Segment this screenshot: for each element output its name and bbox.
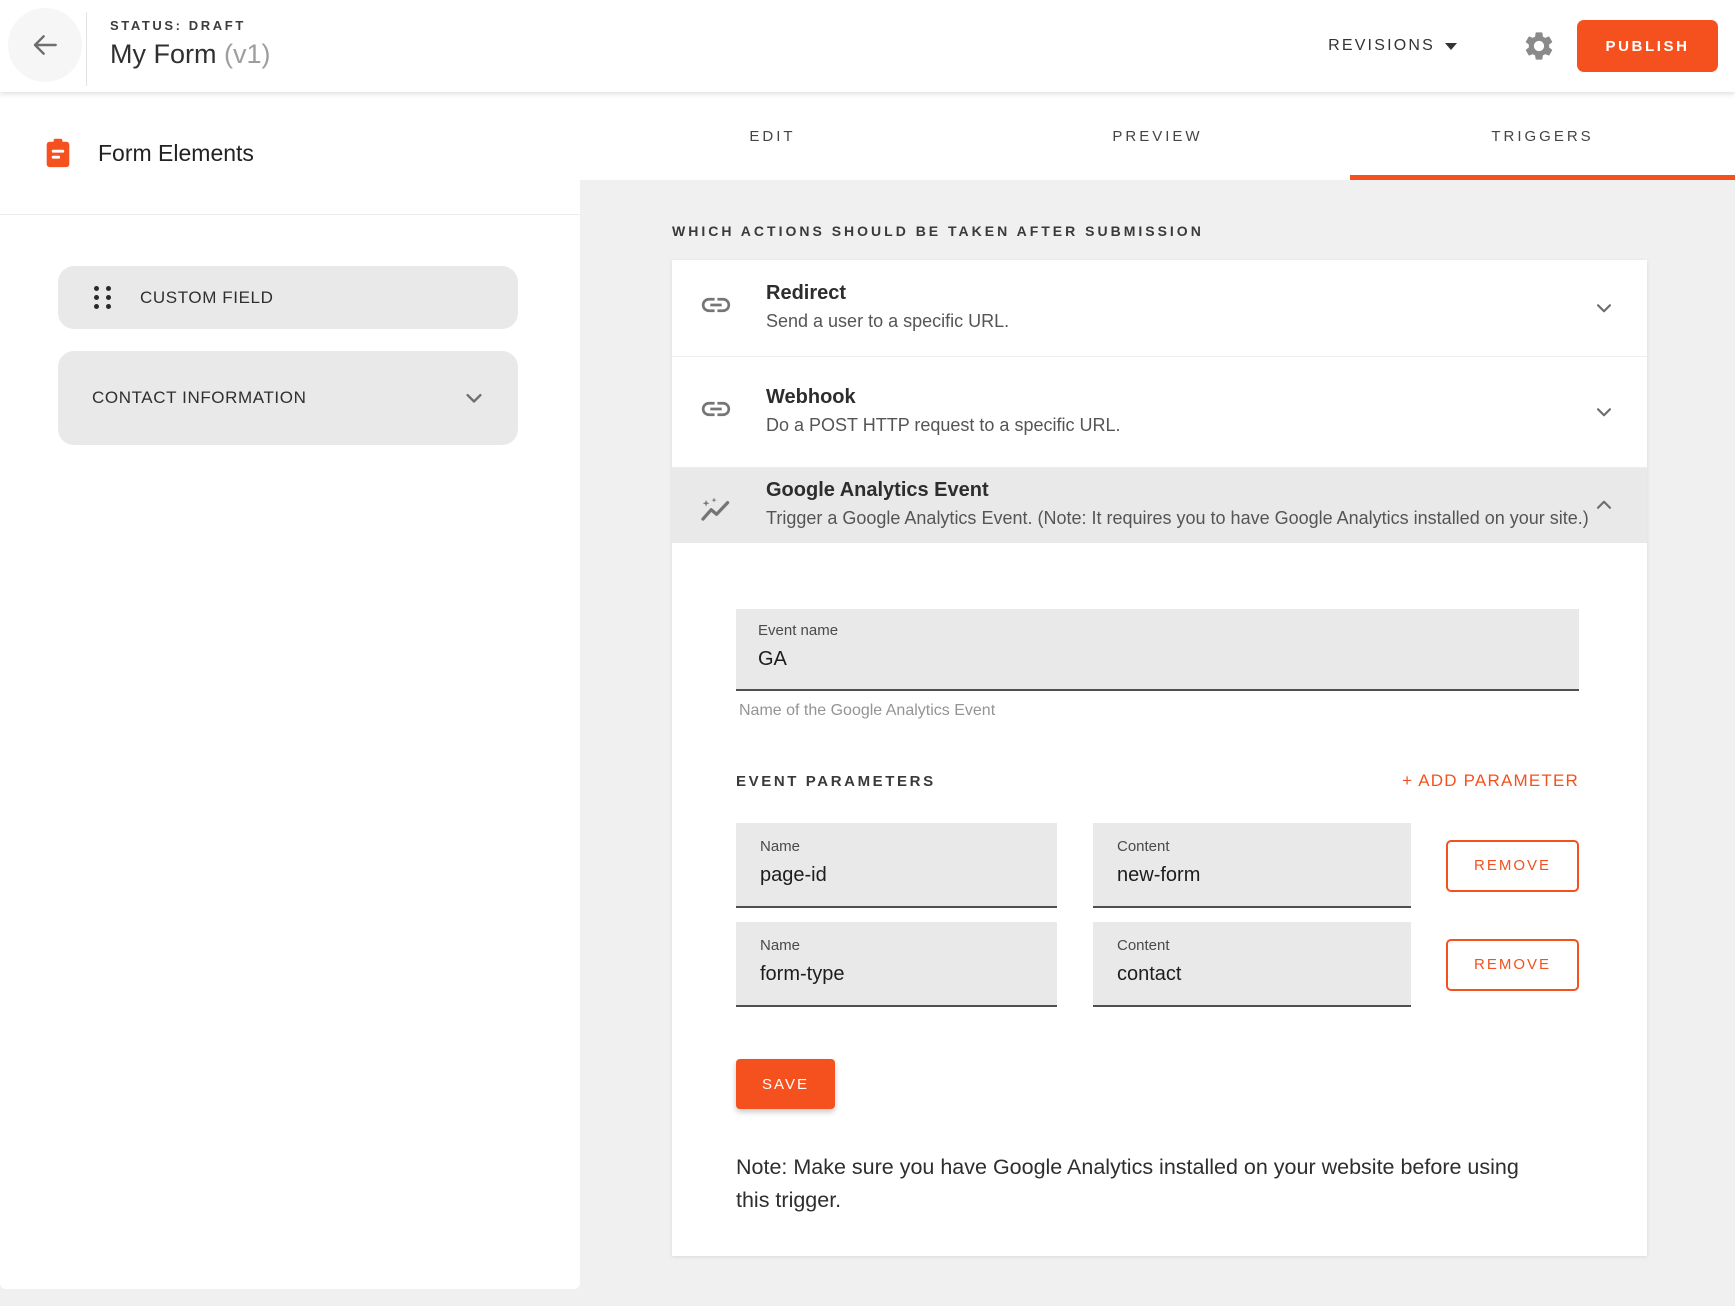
add-parameter-button[interactable]: + ADD PARAMETER: [1402, 771, 1579, 791]
sidebar-item-label: CUSTOM FIELD: [140, 288, 273, 308]
top-header: STATUS: DRAFT My Form (v1) REVISIONS PUB…: [0, 0, 1735, 92]
parameter-content-field[interactable]: Content new-form: [1093, 823, 1411, 908]
sidebar: Form Elements CUSTOM FIELD CONTACT INFOR…: [0, 92, 580, 1289]
parameter-content-field[interactable]: Content contact: [1093, 922, 1411, 1007]
trigger-row-redirect[interactable]: Redirect Send a user to a specific URL.: [672, 260, 1647, 356]
gear-icon: [1522, 29, 1556, 63]
parameter-name-label: Name: [760, 937, 1057, 954]
parameter-content-value: contact: [1117, 963, 1411, 986]
sidebar-item-label: CONTACT INFORMATION: [92, 388, 306, 408]
analytics-event-icon: [699, 495, 733, 529]
trigger-description: Do a POST HTTP request to a specific URL…: [766, 412, 1591, 439]
event-name-field[interactable]: Event name GA: [736, 609, 1579, 691]
back-arrow-icon: [29, 29, 61, 61]
link-icon: [699, 392, 733, 426]
clipboard-icon: [44, 138, 72, 168]
trigger-title: Webhook: [766, 384, 1591, 410]
status-label: STATUS: DRAFT: [110, 18, 271, 33]
parameter-name-label: Name: [760, 838, 1057, 855]
sidebar-body: CUSTOM FIELD CONTACT INFORMATION: [0, 215, 580, 445]
triggers-card: Redirect Send a user to a specific URL. …: [672, 260, 1647, 1256]
form-version: (v1): [224, 39, 271, 69]
revisions-dropdown[interactable]: REVISIONS: [1328, 37, 1457, 55]
parameters-header: EVENT PARAMETERS + ADD PARAMETER: [736, 771, 1579, 791]
event-name-value: GA: [758, 648, 1579, 671]
trigger-title: Google Analytics Event: [766, 477, 1591, 503]
trigger-text: Google Analytics Event Trigger a Google …: [766, 477, 1591, 532]
title-block: STATUS: DRAFT My Form (v1): [110, 18, 271, 70]
form-name: My Form: [110, 39, 216, 69]
parameter-content-label: Content: [1117, 838, 1411, 855]
header-divider-left: [86, 12, 87, 86]
chevron-down-icon[interactable]: [1591, 399, 1617, 425]
tab-triggers[interactable]: TRIGGERS: [1350, 92, 1735, 180]
panel-note: Note: Make sure you have Google Analytic…: [736, 1151, 1526, 1216]
trigger-text: Redirect Send a user to a specific URL.: [766, 280, 1591, 335]
parameter-content-label: Content: [1117, 937, 1411, 954]
tab-strip: EDIT PREVIEW TRIGGERS: [580, 92, 1735, 180]
parameters-heading: EVENT PARAMETERS: [736, 773, 936, 790]
page-title: My Form (v1): [110, 39, 271, 70]
chevron-down-icon[interactable]: [1591, 295, 1617, 321]
back-button[interactable]: [8, 8, 82, 82]
triggers-content: WHICH ACTIONS SHOULD BE TAKEN AFTER SUBM…: [580, 180, 1735, 1306]
revisions-label: REVISIONS: [1328, 37, 1435, 55]
trigger-title: Redirect: [766, 280, 1591, 306]
parameter-name-field[interactable]: Name form-type: [736, 922, 1057, 1007]
tab-preview[interactable]: PREVIEW: [965, 92, 1350, 180]
parameter-name-field[interactable]: Name page-id: [736, 823, 1057, 908]
save-button[interactable]: SAVE: [736, 1059, 835, 1109]
parameter-name-value: page-id: [760, 864, 1057, 887]
header-actions: REVISIONS PUBLISH: [1328, 0, 1718, 92]
trigger-description: Trigger a Google Analytics Event. (Note:…: [766, 505, 1591, 532]
sidebar-header: Form Elements: [0, 92, 580, 215]
event-name-label: Event name: [758, 622, 1579, 639]
trigger-row-google-analytics[interactable]: Google Analytics Event Trigger a Google …: [672, 467, 1647, 543]
remove-parameter-button[interactable]: REMOVE: [1446, 939, 1579, 991]
settings-button[interactable]: [1522, 29, 1556, 63]
caret-down-icon: [1445, 43, 1457, 50]
parameter-row: Name page-id Content new-form REMOVE: [736, 823, 1579, 908]
parameter-content-value: new-form: [1117, 864, 1411, 887]
drag-handle-icon[interactable]: [94, 286, 111, 309]
tab-edit[interactable]: EDIT: [580, 92, 965, 180]
link-icon: [699, 288, 733, 322]
sidebar-item-custom-field[interactable]: CUSTOM FIELD: [58, 266, 518, 329]
remove-parameter-button[interactable]: REMOVE: [1446, 840, 1579, 892]
trigger-description: Send a user to a specific URL.: [766, 308, 1591, 335]
section-heading: WHICH ACTIONS SHOULD BE TAKEN AFTER SUBM…: [672, 223, 1735, 239]
parameter-row: Name form-type Content contact REMOVE: [736, 922, 1579, 1007]
event-name-helper: Name of the Google Analytics Event: [739, 702, 1579, 720]
sidebar-item-contact-information[interactable]: CONTACT INFORMATION: [58, 351, 518, 445]
google-analytics-panel: Event name GA Name of the Google Analyti…: [672, 543, 1647, 1256]
chevron-down-icon: [460, 384, 488, 412]
sidebar-title: Form Elements: [98, 140, 254, 167]
app-window: EDIT PREVIEW TRIGGERS STATUS: DRAFT My F…: [0, 0, 1735, 1306]
trigger-text: Webhook Do a POST HTTP request to a spec…: [766, 384, 1591, 439]
trigger-row-webhook[interactable]: Webhook Do a POST HTTP request to a spec…: [672, 356, 1647, 467]
parameter-name-value: form-type: [760, 963, 1057, 986]
publish-button[interactable]: PUBLISH: [1577, 20, 1718, 72]
chevron-up-icon[interactable]: [1591, 492, 1617, 518]
